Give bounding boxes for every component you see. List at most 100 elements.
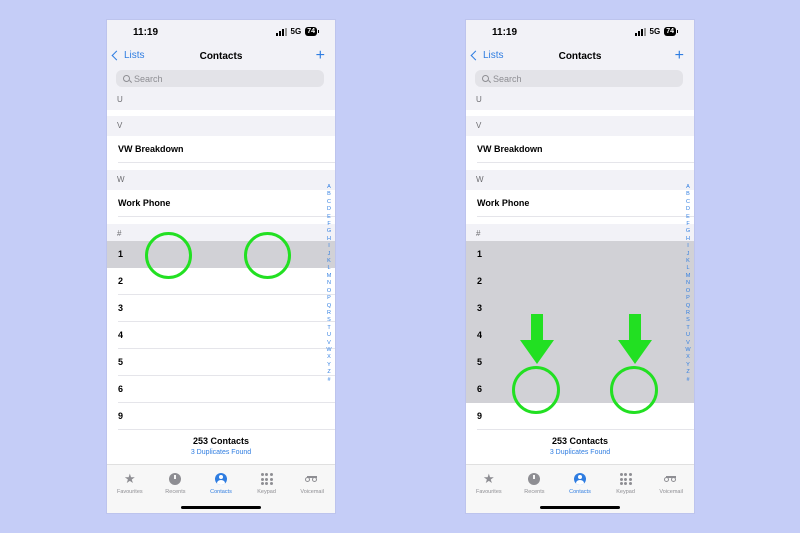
- tab-voicemail[interactable]: Voicemail: [290, 472, 334, 513]
- index-letter[interactable]: I: [328, 243, 330, 250]
- index-letter[interactable]: M: [327, 273, 332, 280]
- index-letter[interactable]: J: [328, 251, 331, 258]
- index-letter[interactable]: K: [686, 258, 690, 265]
- tab-label: Recents: [524, 489, 545, 495]
- status-time: 11:19: [492, 27, 518, 38]
- search-input[interactable]: Search: [116, 70, 324, 87]
- index-letter[interactable]: G: [327, 228, 331, 235]
- contact-row[interactable]: 2: [107, 268, 335, 295]
- tab-label: Contacts: [569, 489, 591, 495]
- index-letter[interactable]: U: [327, 332, 331, 339]
- contact-row[interactable]: 5: [466, 349, 694, 376]
- index-letter[interactable]: I: [687, 243, 689, 250]
- tab-voicemail[interactable]: Voicemail: [649, 472, 693, 513]
- contact-row-work-phone[interactable]: Work Phone: [107, 190, 335, 217]
- index-letter[interactable]: M: [686, 273, 691, 280]
- index-letter[interactable]: K: [327, 258, 331, 265]
- index-letter[interactable]: #: [686, 377, 689, 384]
- duplicates-link[interactable]: 3 Duplicates Found: [107, 449, 335, 456]
- index-letter[interactable]: Z: [327, 369, 330, 376]
- index-letter[interactable]: V: [327, 340, 331, 347]
- index-letter[interactable]: H: [327, 236, 331, 243]
- index-letter[interactable]: W: [326, 347, 331, 354]
- index-letter[interactable]: J: [687, 251, 690, 258]
- index-letter[interactable]: D: [327, 206, 331, 213]
- search-icon: [482, 75, 489, 82]
- index-letter[interactable]: C: [686, 199, 690, 206]
- index-letter[interactable]: R: [686, 310, 690, 317]
- index-letter[interactable]: A: [327, 184, 331, 191]
- search-input[interactable]: Search: [475, 70, 683, 87]
- index-letter[interactable]: O: [327, 288, 331, 295]
- index-letter[interactable]: B: [686, 191, 690, 198]
- index-letter[interactable]: Y: [686, 362, 690, 369]
- contact-row[interactable]: 4: [107, 322, 335, 349]
- index-letter[interactable]: Z: [686, 369, 689, 376]
- contact-row[interactable]: 5: [107, 349, 335, 376]
- index-letter[interactable]: C: [327, 199, 331, 206]
- index-letter[interactable]: P: [327, 295, 331, 302]
- index-letter[interactable]: L: [327, 265, 330, 272]
- contacts-count: 253 Contacts: [551, 436, 609, 446]
- voicemail-icon: [664, 476, 678, 482]
- tab-label: Favourites: [475, 489, 502, 495]
- index-letter[interactable]: R: [327, 310, 331, 317]
- contact-row-work-phone[interactable]: Work Phone: [466, 190, 694, 217]
- index-letter[interactable]: T: [327, 325, 330, 332]
- alphabet-index-bar[interactable]: A B C D E F G H I J K L M N O P Q R S T …: [326, 184, 332, 384]
- index-letter[interactable]: X: [327, 354, 331, 361]
- contact-row[interactable]: 9: [107, 403, 335, 430]
- index-letter[interactable]: F: [686, 221, 689, 228]
- index-letter[interactable]: A: [686, 184, 690, 191]
- index-letter[interactable]: D: [686, 206, 690, 213]
- index-letter[interactable]: B: [327, 191, 331, 198]
- index-letter[interactable]: G: [686, 228, 690, 235]
- contact-row[interactable]: 6: [107, 376, 335, 403]
- index-letter[interactable]: X: [686, 354, 690, 361]
- star-icon: ★: [123, 471, 136, 486]
- alphabet-index-bar[interactable]: A B C D E F G H I J K L M N O P Q R S T …: [685, 184, 691, 384]
- index-letter[interactable]: P: [686, 295, 690, 302]
- contact-row[interactable]: 1: [466, 241, 694, 268]
- contact-row[interactable]: 2: [466, 268, 694, 295]
- contact-row[interactable]: 4: [466, 322, 694, 349]
- contact-row[interactable]: 6: [466, 376, 694, 403]
- contact-row[interactable]: 3: [466, 295, 694, 322]
- index-letter[interactable]: #: [327, 377, 330, 384]
- section-header-v: V: [107, 116, 335, 136]
- index-letter[interactable]: H: [686, 236, 690, 243]
- contact-row-vw-breakdown[interactable]: VW Breakdown: [107, 136, 335, 163]
- index-letter[interactable]: V: [686, 340, 690, 347]
- status-bar: 11:19 5G 74: [107, 20, 335, 46]
- index-letter[interactable]: E: [686, 214, 690, 221]
- index-letter[interactable]: Y: [327, 362, 331, 369]
- index-letter[interactable]: S: [686, 317, 690, 324]
- index-letter[interactable]: Q: [327, 303, 331, 310]
- index-letter[interactable]: O: [686, 288, 690, 295]
- index-letter[interactable]: Q: [686, 303, 690, 310]
- tab-favourites[interactable]: ★ Favourites: [467, 472, 511, 513]
- duplicates-link[interactable]: 3 Duplicates Found: [466, 449, 694, 456]
- add-contact-button[interactable]: +: [675, 46, 684, 66]
- index-letter[interactable]: N: [686, 280, 690, 287]
- index-letter[interactable]: S: [327, 317, 331, 324]
- search-placeholder: Search: [134, 73, 163, 84]
- index-letter[interactable]: L: [686, 265, 689, 272]
- tab-label: Keypad: [257, 489, 276, 495]
- nav-bar: Lists Contacts +: [466, 46, 694, 68]
- index-letter[interactable]: F: [327, 221, 330, 228]
- index-letter[interactable]: W: [685, 347, 690, 354]
- tab-favourites[interactable]: ★ Favourites: [108, 472, 152, 513]
- contact-row[interactable]: 9: [466, 403, 694, 430]
- index-letter[interactable]: U: [686, 332, 690, 339]
- signal-icon: [634, 27, 646, 36]
- contact-row[interactable]: 3: [107, 295, 335, 322]
- contact-row-vw-breakdown[interactable]: VW Breakdown: [466, 136, 694, 163]
- search-placeholder: Search: [493, 73, 522, 84]
- add-contact-button[interactable]: +: [316, 46, 325, 66]
- index-letter[interactable]: T: [686, 325, 689, 332]
- index-letter[interactable]: N: [327, 280, 331, 287]
- contact-row[interactable]: 1: [107, 241, 335, 268]
- index-letter[interactable]: E: [327, 214, 331, 221]
- nav-bar: Lists Contacts +: [107, 46, 335, 68]
